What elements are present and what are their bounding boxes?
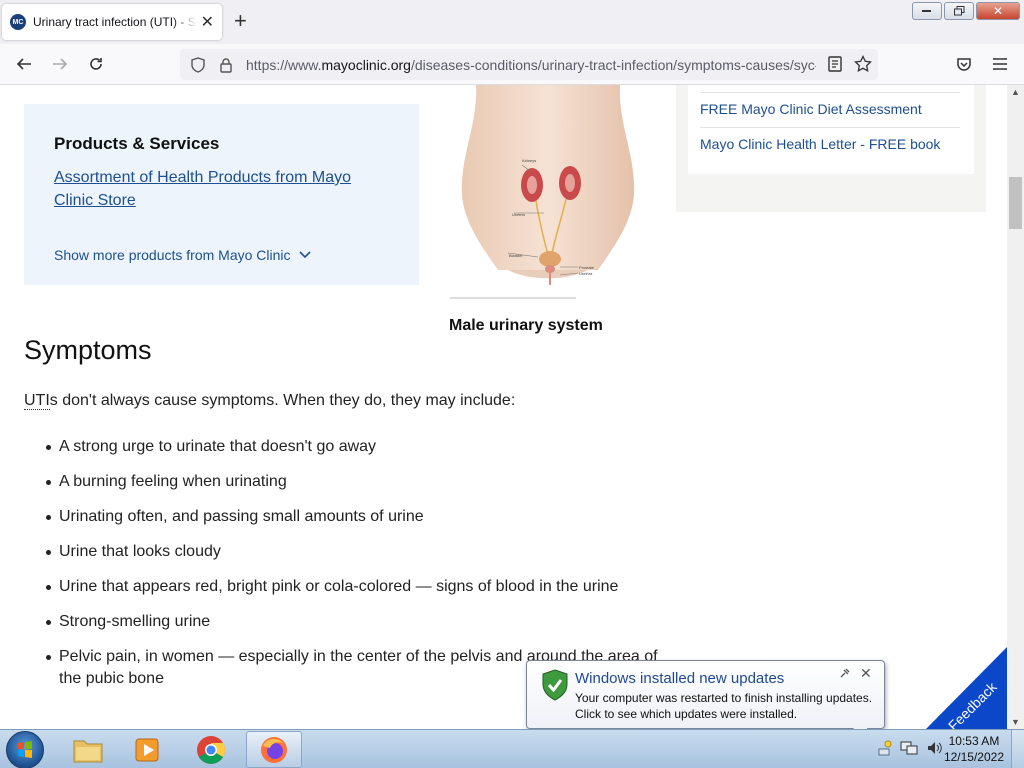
reader-view-icon[interactable]: [825, 54, 845, 74]
symptoms-intro: UTIs don't always cause symptoms. When t…: [24, 392, 515, 410]
mayo-clinic-favicon-icon: MC: [10, 14, 26, 30]
page-viewport: Products & Services Assortment of Health…: [0, 85, 1007, 729]
health-products-link[interactable]: Assortment of Health Products from Mayo …: [54, 166, 384, 212]
health-letter-link[interactable]: Mayo Clinic Health Letter - FREE book: [700, 136, 940, 152]
folder-icon: [73, 740, 103, 762]
notification-close-icon[interactable]: ✕: [860, 665, 872, 682]
reload-icon[interactable]: [86, 54, 106, 74]
taskbar: 10:53 AM 12/15/2022: [0, 729, 1024, 768]
notification-line-1: Your computer was restarted to finish in…: [575, 691, 873, 705]
taskbar-windows-explorer[interactable]: [60, 731, 116, 768]
start-button[interactable]: [6, 731, 44, 768]
promo-links-card: FREE Mayo Clinic Diet Assessment Mayo Cl…: [688, 85, 974, 174]
list-item: Urinating often, and passing small amoun…: [44, 506, 664, 528]
restore-button[interactable]: [944, 2, 974, 20]
products-title: Products & Services: [54, 134, 220, 153]
notification-body: Your computer was restarted to finish in…: [575, 690, 872, 722]
browser-tab-bar: MC Urinary tract infection (UTI) - Sympt…: [0, 0, 1024, 44]
taskbar-media-player[interactable]: [120, 731, 176, 768]
promo-sidebar: FREE Mayo Clinic Diet Assessment Mayo Cl…: [676, 85, 986, 212]
network-icon[interactable]: [900, 740, 918, 761]
lock-icon[interactable]: [216, 55, 236, 75]
media-player-icon: [135, 738, 159, 761]
tab-title: Urinary tract infection (UTI) - Symptoms…: [33, 15, 197, 29]
update-notification[interactable]: Windows installed new updates Your compu…: [526, 660, 885, 740]
diet-assessment-link[interactable]: FREE Mayo Clinic Diet Assessment: [700, 101, 922, 117]
url-text[interactable]: https://www.mayoclinic.org/diseases-cond…: [246, 57, 816, 73]
svg-text:Kidneys: Kidneys: [522, 158, 536, 163]
system-tray: [876, 740, 944, 761]
forward-icon[interactable]: [50, 54, 70, 74]
clock-date: 12/15/2022: [943, 750, 1004, 764]
volume-icon[interactable]: [926, 740, 944, 761]
figure-caption: Male urinary system: [449, 317, 603, 334]
list-item: A strong urge to urinate that doesn't go…: [44, 436, 664, 458]
show-desktop-button[interactable]: [1011, 730, 1024, 768]
taskbar-google-chrome[interactable]: [183, 731, 239, 768]
firefox-icon: [261, 736, 287, 763]
svg-text:Urethra: Urethra: [579, 271, 593, 276]
browser-tab[interactable]: MC Urinary tract infection (UTI) - Sympt…: [2, 4, 222, 40]
scroll-down-icon[interactable]: ▼: [1011, 717, 1020, 727]
new-tab-button[interactable]: +: [234, 10, 247, 32]
menu-hamburger-icon[interactable]: [990, 54, 1010, 74]
scroll-up-icon[interactable]: ▲: [1011, 87, 1020, 97]
close-window-button[interactable]: ✕: [976, 2, 1020, 20]
chrome-icon: [197, 735, 225, 764]
action-center-flag-icon[interactable]: [876, 740, 892, 761]
urinary-system-illustration[interactable]: Kidneys Ureters Bladder Prostate Urethra: [448, 85, 648, 305]
uti-abbreviation[interactable]: UTI: [24, 392, 50, 410]
intro-text: s don't always cause symptoms. When they…: [49, 392, 516, 409]
symptoms-heading: Symptoms: [24, 335, 152, 365]
minimize-button[interactable]: [912, 2, 942, 20]
svg-text:Prostate: Prostate: [579, 265, 595, 270]
divider: [700, 92, 960, 93]
browser-nav-bar: https://www.mayoclinic.org/diseases-cond…: [0, 44, 1024, 85]
notification-line-2: Click to see which updates were installe…: [575, 707, 798, 721]
divider: [700, 127, 960, 128]
system-clock[interactable]: 10:53 AM 12/15/2022: [944, 733, 1004, 765]
svg-text:Ureters: Ureters: [512, 212, 525, 217]
bookmark-star-icon[interactable]: [853, 54, 873, 74]
scrollbar-thumb[interactable]: [1009, 177, 1022, 229]
pocket-icon[interactable]: [954, 54, 974, 74]
notification-title: Windows installed new updates: [575, 670, 785, 687]
list-item: Urine that appears red, bright pink or c…: [44, 576, 664, 598]
list-item: Strong-smelling urine: [44, 611, 664, 633]
notification-options-icon[interactable]: [840, 667, 850, 681]
chevron-down-icon: [298, 251, 311, 259]
window-controls: ✕: [912, 2, 1020, 20]
clock-time: 10:53 AM: [948, 734, 1000, 748]
show-more-products-button[interactable]: Show more products from Mayo Clinic: [54, 247, 311, 263]
list-item: A burning feeling when urinating: [44, 471, 664, 493]
taskbar-firefox[interactable]: [246, 731, 302, 768]
feedback-tab[interactable]: Feedback: [926, 647, 1007, 729]
page-scrollbar[interactable]: ▲ ▼: [1007, 85, 1024, 729]
tab-close-icon[interactable]: ✕: [201, 12, 214, 32]
show-more-label: Show more products from Mayo Clinic: [54, 247, 291, 263]
back-icon[interactable]: [14, 54, 34, 74]
security-shield-check-icon: [542, 669, 568, 701]
windows-logo-icon: [18, 741, 32, 758]
list-item: Urine that looks cloudy: [44, 541, 664, 563]
svg-text:Bladder: Bladder: [509, 253, 523, 258]
tracking-protection-shield-icon[interactable]: [188, 55, 208, 75]
products-services-box: Products & Services Assortment of Health…: [24, 104, 419, 285]
address-bar[interactable]: https://www.mayoclinic.org/diseases-cond…: [180, 49, 878, 80]
